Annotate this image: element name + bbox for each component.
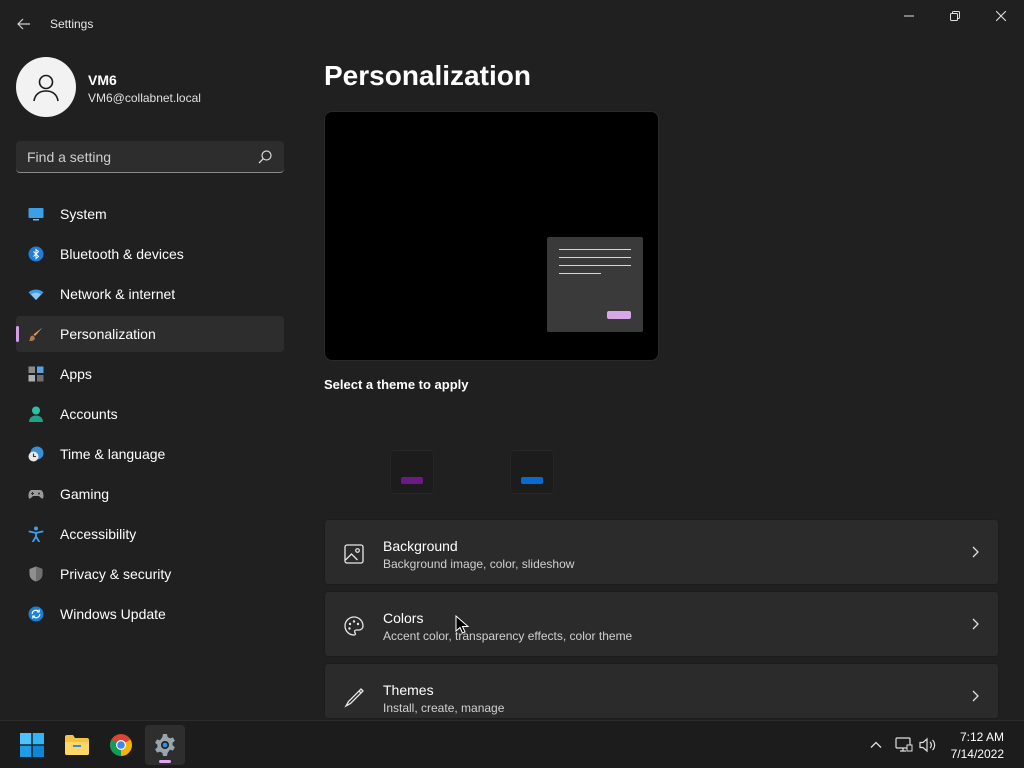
chevron-right-icon — [972, 618, 979, 630]
minimize-icon — [904, 15, 914, 17]
taskbar-file-explorer[interactable] — [57, 725, 97, 765]
sidebar-item-label: Privacy & security — [60, 566, 172, 582]
sidebar-item-label: System — [60, 206, 107, 222]
preview-text-line — [559, 249, 631, 250]
search-box[interactable] — [16, 141, 284, 173]
clock-time: 7:12 AM — [959, 730, 1004, 744]
theme-accent-swatch — [401, 477, 423, 484]
close-button[interactable] — [978, 0, 1024, 32]
back-arrow-icon — [17, 18, 30, 30]
volume-tray-button[interactable] — [918, 735, 938, 755]
start-icon — [20, 733, 44, 757]
network-tray-button[interactable] — [894, 735, 914, 755]
sidebar-item-label: Network & internet — [60, 286, 176, 302]
select-theme-label: Select a theme to apply — [324, 377, 469, 392]
chrome-icon — [110, 734, 132, 756]
sidebar-item-privacy-security[interactable]: Privacy & security — [16, 556, 284, 592]
clock-date: 7/14/2022 — [950, 747, 1004, 761]
chevron-right-icon — [972, 690, 979, 702]
accounts-icon — [29, 406, 43, 422]
user-icon — [33, 74, 59, 102]
background-card[interactable]: Background Background image, color, slid… — [324, 519, 999, 585]
back-button[interactable] — [10, 12, 38, 36]
palette-icon — [344, 616, 364, 636]
theme-preview — [324, 111, 659, 361]
sidebar-item-label: Time & language — [60, 446, 166, 462]
file-explorer-icon — [65, 735, 89, 755]
card-title: Colors — [383, 610, 424, 626]
sidebar-item-label: Accounts — [60, 406, 118, 422]
avatar[interactable] — [16, 57, 76, 117]
gamepad-icon — [28, 490, 44, 499]
card-title: Background — [383, 538, 458, 554]
preview-accent-button — [607, 311, 631, 319]
active-app-indicator — [159, 760, 171, 763]
sidebar-item-label: Personalization — [60, 326, 156, 342]
sidebar-item-personalization[interactable]: Personalization — [16, 316, 284, 352]
sidebar-item-accounts[interactable]: Accounts — [16, 396, 284, 432]
chevron-up-icon — [870, 741, 882, 748]
clock-globe-icon — [28, 446, 44, 462]
user-email: VM6@collabnet.local — [88, 91, 201, 105]
taskbar-chrome[interactable] — [101, 725, 141, 765]
card-subtitle: Accent color, transparency effects, colo… — [383, 629, 633, 643]
search-icon[interactable] — [257, 149, 273, 165]
sidebar-item-label: Gaming — [60, 486, 110, 502]
app-title: Settings — [50, 17, 94, 31]
card-subtitle: Background image, color, slideshow — [383, 557, 575, 571]
system-icon — [28, 208, 44, 221]
search-input[interactable] — [16, 141, 252, 172]
preview-text-line — [559, 265, 631, 266]
bluetooth-icon — [28, 246, 44, 262]
sidebar-item-label: Bluetooth & devices — [60, 246, 184, 262]
sidebar-item-label: Apps — [60, 366, 92, 382]
pen-icon — [344, 688, 364, 708]
sidebar-nav: System Bluetooth & devices Network & int… — [16, 196, 284, 636]
volume-icon — [919, 737, 936, 753]
image-icon — [344, 544, 364, 564]
chevron-right-icon — [972, 546, 979, 558]
theme-accent-swatch — [521, 477, 543, 484]
themes-card[interactable]: Themes Install, create, manage — [324, 663, 999, 719]
brush-icon — [29, 327, 43, 342]
settings-icon — [155, 734, 175, 756]
taskbar: 7:12 AM 7/14/2022 — [0, 720, 1024, 768]
card-title: Themes — [383, 682, 434, 698]
apps-icon — [28, 366, 44, 382]
start-button[interactable] — [12, 725, 52, 765]
mouse-cursor-icon — [455, 615, 469, 634]
theme-thumbnail-2[interactable] — [510, 450, 554, 494]
shield-icon — [29, 566, 43, 582]
sidebar-item-accessibility[interactable]: Accessibility — [16, 516, 284, 552]
colors-card[interactable]: Colors Accent color, transparency effect… — [324, 591, 999, 657]
sidebar-item-label: Accessibility — [60, 526, 137, 542]
preview-window — [547, 237, 643, 332]
restore-icon — [950, 11, 960, 21]
wifi-icon — [28, 289, 44, 300]
show-hidden-icons-button[interactable] — [866, 735, 886, 755]
network-wired-icon — [895, 737, 913, 752]
sidebar-item-apps[interactable]: Apps — [16, 356, 284, 392]
sidebar-item-bluetooth[interactable]: Bluetooth & devices — [16, 236, 284, 272]
update-icon — [28, 606, 44, 622]
sidebar-item-system[interactable]: System — [16, 196, 284, 232]
sidebar-item-gaming[interactable]: Gaming — [16, 476, 284, 512]
minimize-button[interactable] — [886, 0, 932, 32]
user-name: VM6 — [88, 72, 117, 88]
close-icon — [996, 11, 1006, 21]
accessibility-icon — [28, 526, 44, 542]
card-subtitle: Install, create, manage — [383, 701, 505, 715]
title-bar: Settings — [0, 0, 1024, 48]
restore-button[interactable] — [932, 0, 978, 32]
sidebar-item-time-language[interactable]: Time & language — [16, 436, 284, 472]
taskbar-settings[interactable] — [145, 725, 185, 765]
preview-text-line — [559, 257, 631, 258]
sidebar-item-network[interactable]: Network & internet — [16, 276, 284, 312]
sidebar-item-windows-update[interactable]: Windows Update — [16, 596, 284, 632]
preview-text-line — [559, 273, 601, 274]
page-title: Personalization — [324, 60, 531, 91]
sidebar-item-label: Windows Update — [60, 606, 166, 622]
theme-thumbnail-1[interactable] — [390, 450, 434, 494]
